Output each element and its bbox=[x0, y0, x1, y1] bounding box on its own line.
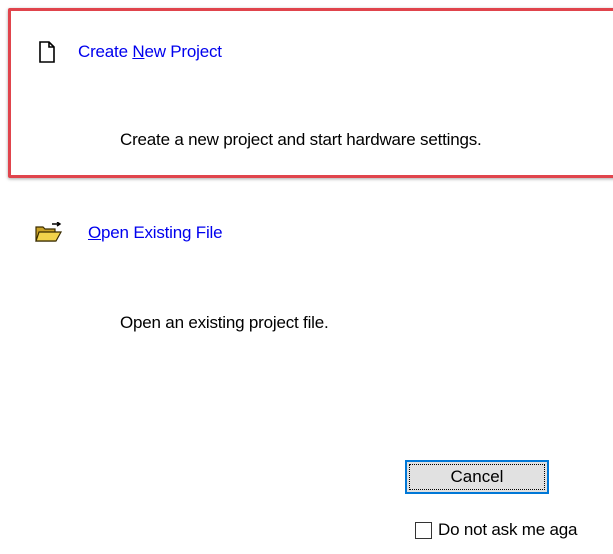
open-existing-file-option[interactable]: Open Existing File bbox=[34, 221, 223, 244]
create-new-project-description: Create a new project and start hardware … bbox=[120, 130, 482, 149]
new-document-icon bbox=[36, 40, 58, 64]
do-not-ask-again-option[interactable]: Do not ask me aga bbox=[415, 520, 577, 540]
open-existing-file-link[interactable]: Open Existing File bbox=[88, 223, 223, 243]
create-new-project-option[interactable]: Create New Project bbox=[36, 40, 222, 64]
open-folder-icon bbox=[34, 221, 64, 244]
cancel-button[interactable]: Cancel bbox=[405, 460, 549, 494]
open-existing-file-description: Open an existing project file. bbox=[120, 313, 329, 332]
create-new-project-link[interactable]: Create New Project bbox=[78, 42, 222, 62]
do-not-ask-again-checkbox[interactable] bbox=[415, 521, 432, 539]
do-not-ask-again-label: Do not ask me aga bbox=[438, 520, 578, 539]
selected-option-highlight bbox=[8, 8, 613, 178]
